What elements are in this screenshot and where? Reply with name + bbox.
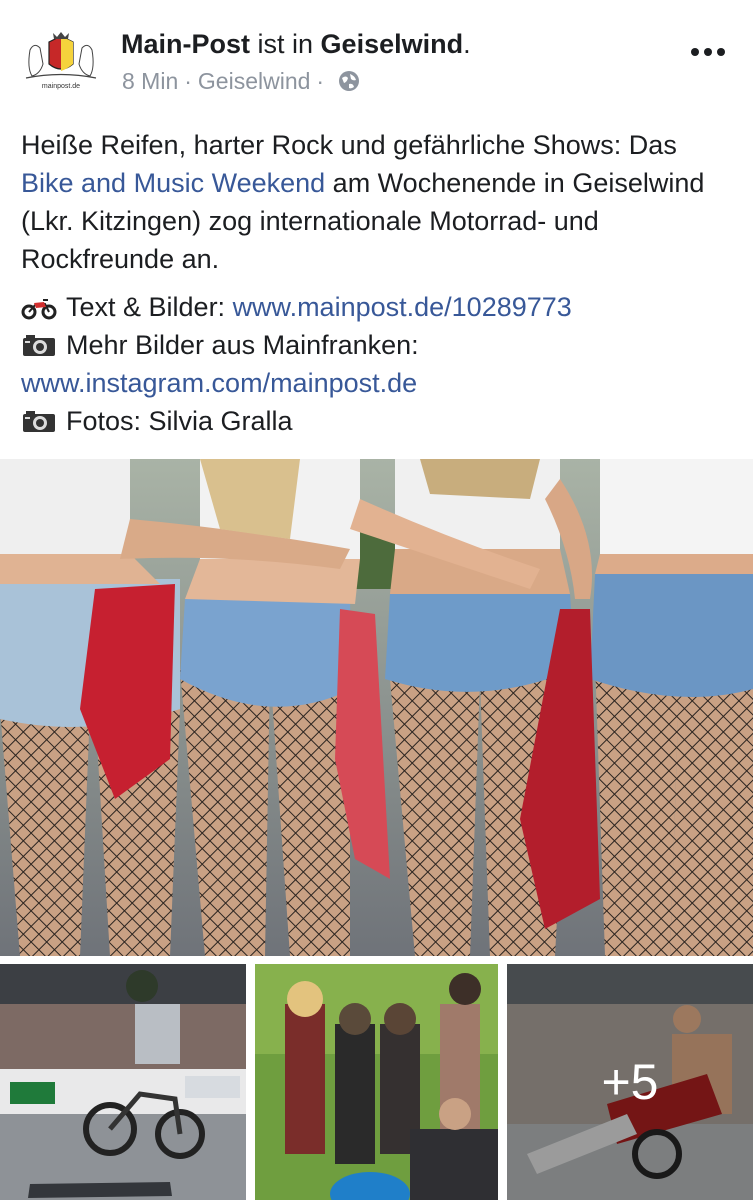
- thumbnail-photo-2[interactable]: [255, 964, 501, 1200]
- thumbnail-2-image: [255, 964, 498, 1200]
- title-connector: ist in: [250, 29, 321, 59]
- event-link[interactable]: Bike and Music Weekend: [21, 168, 325, 198]
- meta-separator: ·: [184, 68, 192, 94]
- camera-icon: [23, 411, 55, 432]
- post-time[interactable]: 8 Min: [122, 66, 178, 96]
- globe-icon: [339, 71, 360, 91]
- camera-icon: [23, 335, 55, 356]
- credit-line-more-photos: Mehr Bilder aus Mainfranken:: [21, 326, 733, 364]
- article-link[interactable]: www.mainpost.de/10289773: [233, 288, 572, 326]
- post-location[interactable]: Geiselwind: [198, 66, 311, 96]
- avatar-caption: mainpost.de: [42, 83, 80, 90]
- credit-label: Text & Bilder:: [66, 292, 233, 322]
- thumbnail-photo-3[interactable]: +5: [507, 964, 753, 1200]
- post-meta: 8 Min · Geiselwind ·: [122, 66, 360, 96]
- post-credits: Text & Bilder: www.mainpost.de/10289773 …: [21, 288, 733, 440]
- author-name[interactable]: Main-Post: [121, 29, 250, 59]
- place-name[interactable]: Geiselwind: [321, 29, 464, 59]
- post-body: Heiße Reifen, harter Rock und gefährlich…: [21, 126, 733, 278]
- credit-line-photographer: Fotos: Silvia Gralla: [21, 402, 733, 440]
- instagram-link[interactable]: www.instagram.com/mainpost.de: [21, 364, 417, 402]
- more-dot-icon: [704, 48, 712, 56]
- body-text-1: Heiße Reifen, harter Rock und gefährlich…: [21, 130, 677, 160]
- post-title: Main-Post ist in Geiselwind.: [121, 27, 471, 61]
- more-options-button[interactable]: [691, 42, 725, 62]
- title-period: .: [463, 29, 471, 59]
- more-photos-overlay[interactable]: +5: [507, 964, 753, 1200]
- more-photos-label: Mehr Bilder aus Mainfranken:: [66, 330, 419, 360]
- credit-line-text: Text & Bilder: www.mainpost.de/10289773: [21, 288, 733, 326]
- thumbnail-photo-1[interactable]: [0, 964, 246, 1200]
- motorcycle-icon: [21, 299, 57, 320]
- main-photo-image: [0, 459, 753, 956]
- more-dot-icon: [717, 48, 725, 56]
- thumbnail-1-image: [0, 964, 246, 1200]
- post-header: mainpost.de Main-Post ist in Geiselwind.…: [0, 0, 753, 110]
- avatar[interactable]: mainpost.de: [22, 30, 100, 92]
- main-photo[interactable]: [0, 459, 753, 956]
- photographer-label: Fotos: Silvia Gralla: [66, 406, 293, 436]
- credit-line-instagram: www.instagram.com/mainpost.de: [21, 364, 733, 402]
- more-dot-icon: [691, 48, 699, 56]
- meta-separator-2: ·: [316, 68, 325, 94]
